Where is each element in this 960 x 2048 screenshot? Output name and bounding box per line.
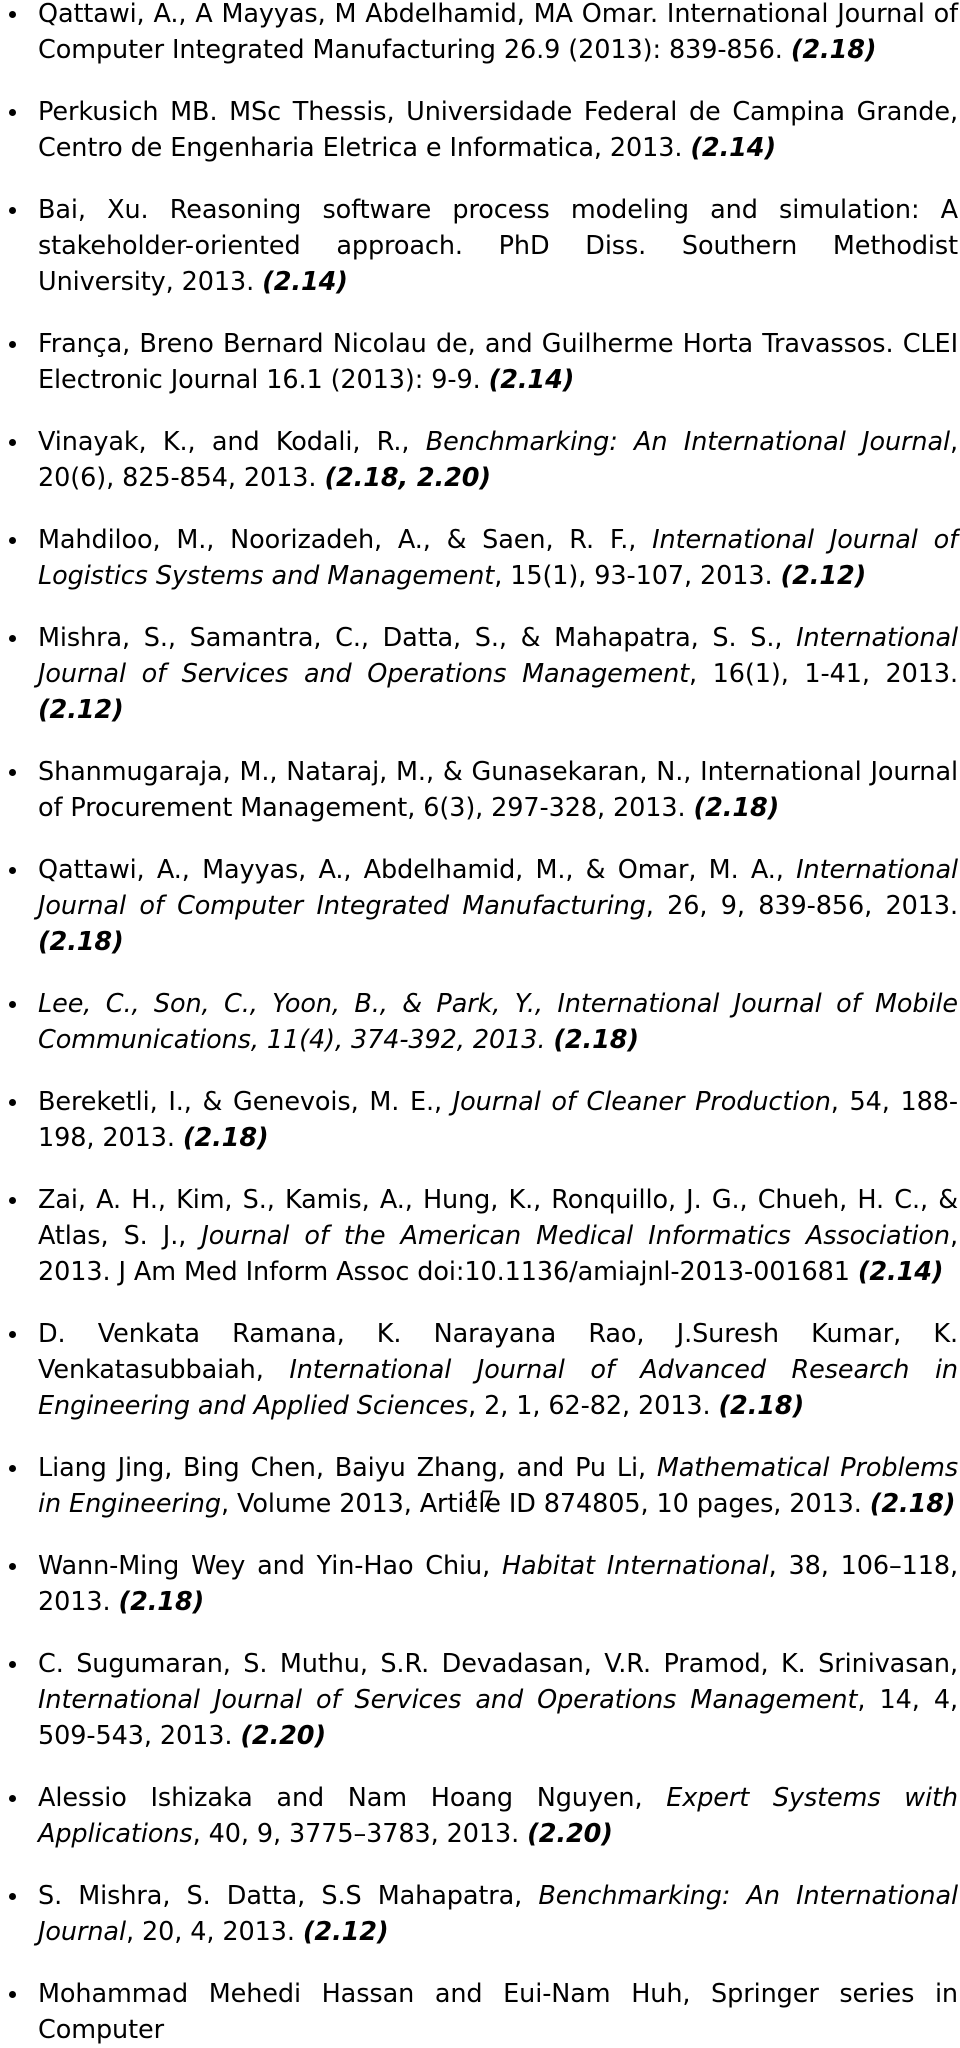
reference-tag: (2.18)	[553, 1025, 639, 1055]
reference-item: Qattawi, A., A Mayyas, M Abdelhamid, MA …	[0, 0, 958, 68]
reference-tag: (2.14)	[262, 267, 348, 297]
reference-segment: , 20, 4, 2013.	[125, 1917, 303, 1947]
reference-journal-title: Benchmarking: An International Journal	[425, 427, 950, 457]
reference-segment: , 16(1), 1-41, 2013.	[689, 659, 958, 689]
reference-segment: Mahdiloo, M., Noorizadeh, A., & Saen, R.…	[38, 525, 653, 555]
reference-tag: (2.12)	[38, 695, 124, 725]
reference-segment: , 40, 9, 3775–3783, 2013.	[192, 1819, 528, 1849]
reference-journal-title: Journal of Cleaner Production	[452, 1087, 831, 1117]
reference-text: Wann-Ming Wey and Yin-Hao Chiu, Habitat …	[38, 1548, 958, 1620]
reference-item: Perkusich MB. MSc Thessis, Universidade …	[0, 94, 958, 166]
reference-tag: (2.18, 2.20)	[324, 463, 491, 493]
reference-text: Alessio Ishizaka and Nam Hoang Nguyen, E…	[38, 1780, 958, 1852]
reference-journal-title: Lee, C., Son, C., Yoon, B., & Park, Y., …	[38, 989, 958, 1055]
reference-text: C. Sugumaran, S. Muthu, S.R. Devadasan, …	[38, 1646, 958, 1754]
reference-item: Alessio Ishizaka and Nam Hoang Nguyen, E…	[0, 1780, 958, 1852]
reference-text: Perkusich MB. MSc Thessis, Universidade …	[38, 94, 958, 166]
reference-segment: , 15(1), 93-107, 2013.	[494, 561, 781, 591]
reference-tag: (2.18)	[118, 1587, 205, 1617]
reference-segment: Mohammad Mehedi Hassan and Eui-Nam Huh, …	[38, 1979, 958, 2045]
reference-list: Qattawi, A., A Mayyas, M Abdelhamid, MA …	[0, 0, 958, 2048]
reference-text: Mahdiloo, M., Noorizadeh, A., & Saen, R.…	[38, 522, 958, 594]
reference-text: Vinayak, K., and Kodali, R., Benchmarkin…	[38, 424, 958, 496]
reference-journal-title: Habitat International	[501, 1551, 769, 1581]
page-number: 17	[466, 1488, 494, 1513]
reference-tag: (2.20)	[527, 1819, 613, 1849]
reference-segment: Wann-Ming Wey and Yin-Hao Chiu,	[38, 1551, 502, 1581]
reference-item: Bai, Xu. Reasoning software process mode…	[0, 192, 958, 300]
reference-tag: (2.14)	[488, 365, 575, 395]
reference-text: Lee, C., Son, C., Yoon, B., & Park, Y., …	[38, 986, 958, 1058]
reference-tag: (2.18)	[38, 927, 124, 957]
reference-text: Qattawi, A., Mayyas, A., Abdelhamid, M.,…	[38, 852, 958, 960]
reference-item: S. Mishra, S. Datta, S.S Mahapatra, Benc…	[0, 1878, 958, 1950]
reference-text: Bai, Xu. Reasoning software process mode…	[38, 192, 958, 300]
reference-text: S. Mishra, S. Datta, S.S Mahapatra, Benc…	[38, 1878, 958, 1950]
reference-tag: (2.18)	[693, 793, 780, 823]
reference-tag: (2.14)	[857, 1257, 944, 1287]
reference-item: D. Venkata Ramana, K. Narayana Rao, J.Su…	[0, 1316, 958, 1424]
reference-item: Wann-Ming Wey and Yin-Hao Chiu, Habitat …	[0, 1548, 958, 1620]
reference-segment: Alessio Ishizaka and Nam Hoang Nguyen,	[38, 1783, 667, 1813]
reference-item: Mishra, S., Samantra, C., Datta, S., & M…	[0, 620, 958, 728]
reference-segment: Bereketli, I., & Genevois, M. E.,	[38, 1087, 453, 1117]
reference-tag: (2.18)	[790, 35, 877, 65]
reference-item: Vinayak, K., and Kodali, R., Benchmarkin…	[0, 424, 958, 496]
reference-tag: (2.14)	[690, 133, 776, 163]
reference-item: Lee, C., Son, C., Yoon, B., & Park, Y., …	[0, 986, 958, 1058]
reference-tag: (2.12)	[780, 561, 867, 591]
reference-segment: Bai, Xu. Reasoning software process mode…	[38, 195, 958, 297]
reference-text: Mohammad Mehedi Hassan and Eui-Nam Huh, …	[38, 1976, 958, 2048]
reference-text: França, Breno Bernard Nicolau de, and Gu…	[38, 326, 958, 398]
reference-journal-title: International Journal of Services and Op…	[38, 1685, 858, 1715]
reference-tag: (2.20)	[240, 1721, 326, 1751]
reference-text: Bereketli, I., & Genevois, M. E., Journa…	[38, 1084, 958, 1156]
reference-item: Zai, A. H., Kim, S., Kamis, A., Hung, K.…	[0, 1182, 958, 1290]
document-page: Qattawi, A., A Mayyas, M Abdelhamid, MA …	[0, 0, 960, 2045]
reference-item: Shanmugaraja, M., Nataraj, M., & Gunasek…	[0, 754, 958, 826]
reference-text: Qattawi, A., A Mayyas, M Abdelhamid, MA …	[38, 0, 958, 68]
reference-text: Zai, A. H., Kim, S., Kamis, A., Hung, K.…	[38, 1182, 958, 1290]
reference-tag: (2.18)	[182, 1123, 269, 1153]
reference-segment: , 26, 9, 839-856, 2013.	[645, 891, 958, 921]
reference-text: D. Venkata Ramana, K. Narayana Rao, J.Su…	[38, 1316, 958, 1424]
reference-segment: Shanmugaraja, M., Nataraj, M., & Gunasek…	[38, 757, 958, 823]
reference-segment: C. Sugumaran, S. Muthu, S.R. Devadasan, …	[38, 1649, 958, 1679]
reference-tag: (2.12)	[302, 1917, 389, 1947]
reference-item: C. Sugumaran, S. Muthu, S.R. Devadasan, …	[0, 1646, 958, 1754]
reference-item: Qattawi, A., Mayyas, A., Abdelhamid, M.,…	[0, 852, 958, 960]
reference-segment: Vinayak, K., and Kodali, R.,	[38, 427, 426, 457]
reference-segment: S. Mishra, S. Datta, S.S Mahapatra,	[38, 1881, 539, 1911]
reference-tag: (2.18)	[718, 1391, 805, 1421]
reference-segment: , 2, 1, 62-82, 2013.	[468, 1391, 719, 1421]
reference-item: Mohammad Mehedi Hassan and Eui-Nam Huh, …	[0, 1976, 958, 2048]
reference-segment: Perkusich MB. MSc Thessis, Universidade …	[38, 97, 958, 163]
reference-segment: Qattawi, A., Mayyas, A., Abdelhamid, M.,…	[38, 855, 797, 885]
reference-text: Shanmugaraja, M., Nataraj, M., & Gunasek…	[38, 754, 958, 826]
reference-item: Bereketli, I., & Genevois, M. E., Journa…	[0, 1084, 958, 1156]
reference-segment: Mishra, S., Samantra, C., Datta, S., & M…	[38, 623, 797, 653]
reference-journal-title: Journal of the American Medical Informat…	[201, 1221, 950, 1251]
reference-item: Mahdiloo, M., Noorizadeh, A., & Saen, R.…	[0, 522, 958, 594]
reference-item: França, Breno Bernard Nicolau de, and Gu…	[0, 326, 958, 398]
reference-segment: Liang Jing, Bing Chen, Baiyu Zhang, and …	[38, 1453, 657, 1483]
reference-text: Mishra, S., Samantra, C., Datta, S., & M…	[38, 620, 958, 728]
